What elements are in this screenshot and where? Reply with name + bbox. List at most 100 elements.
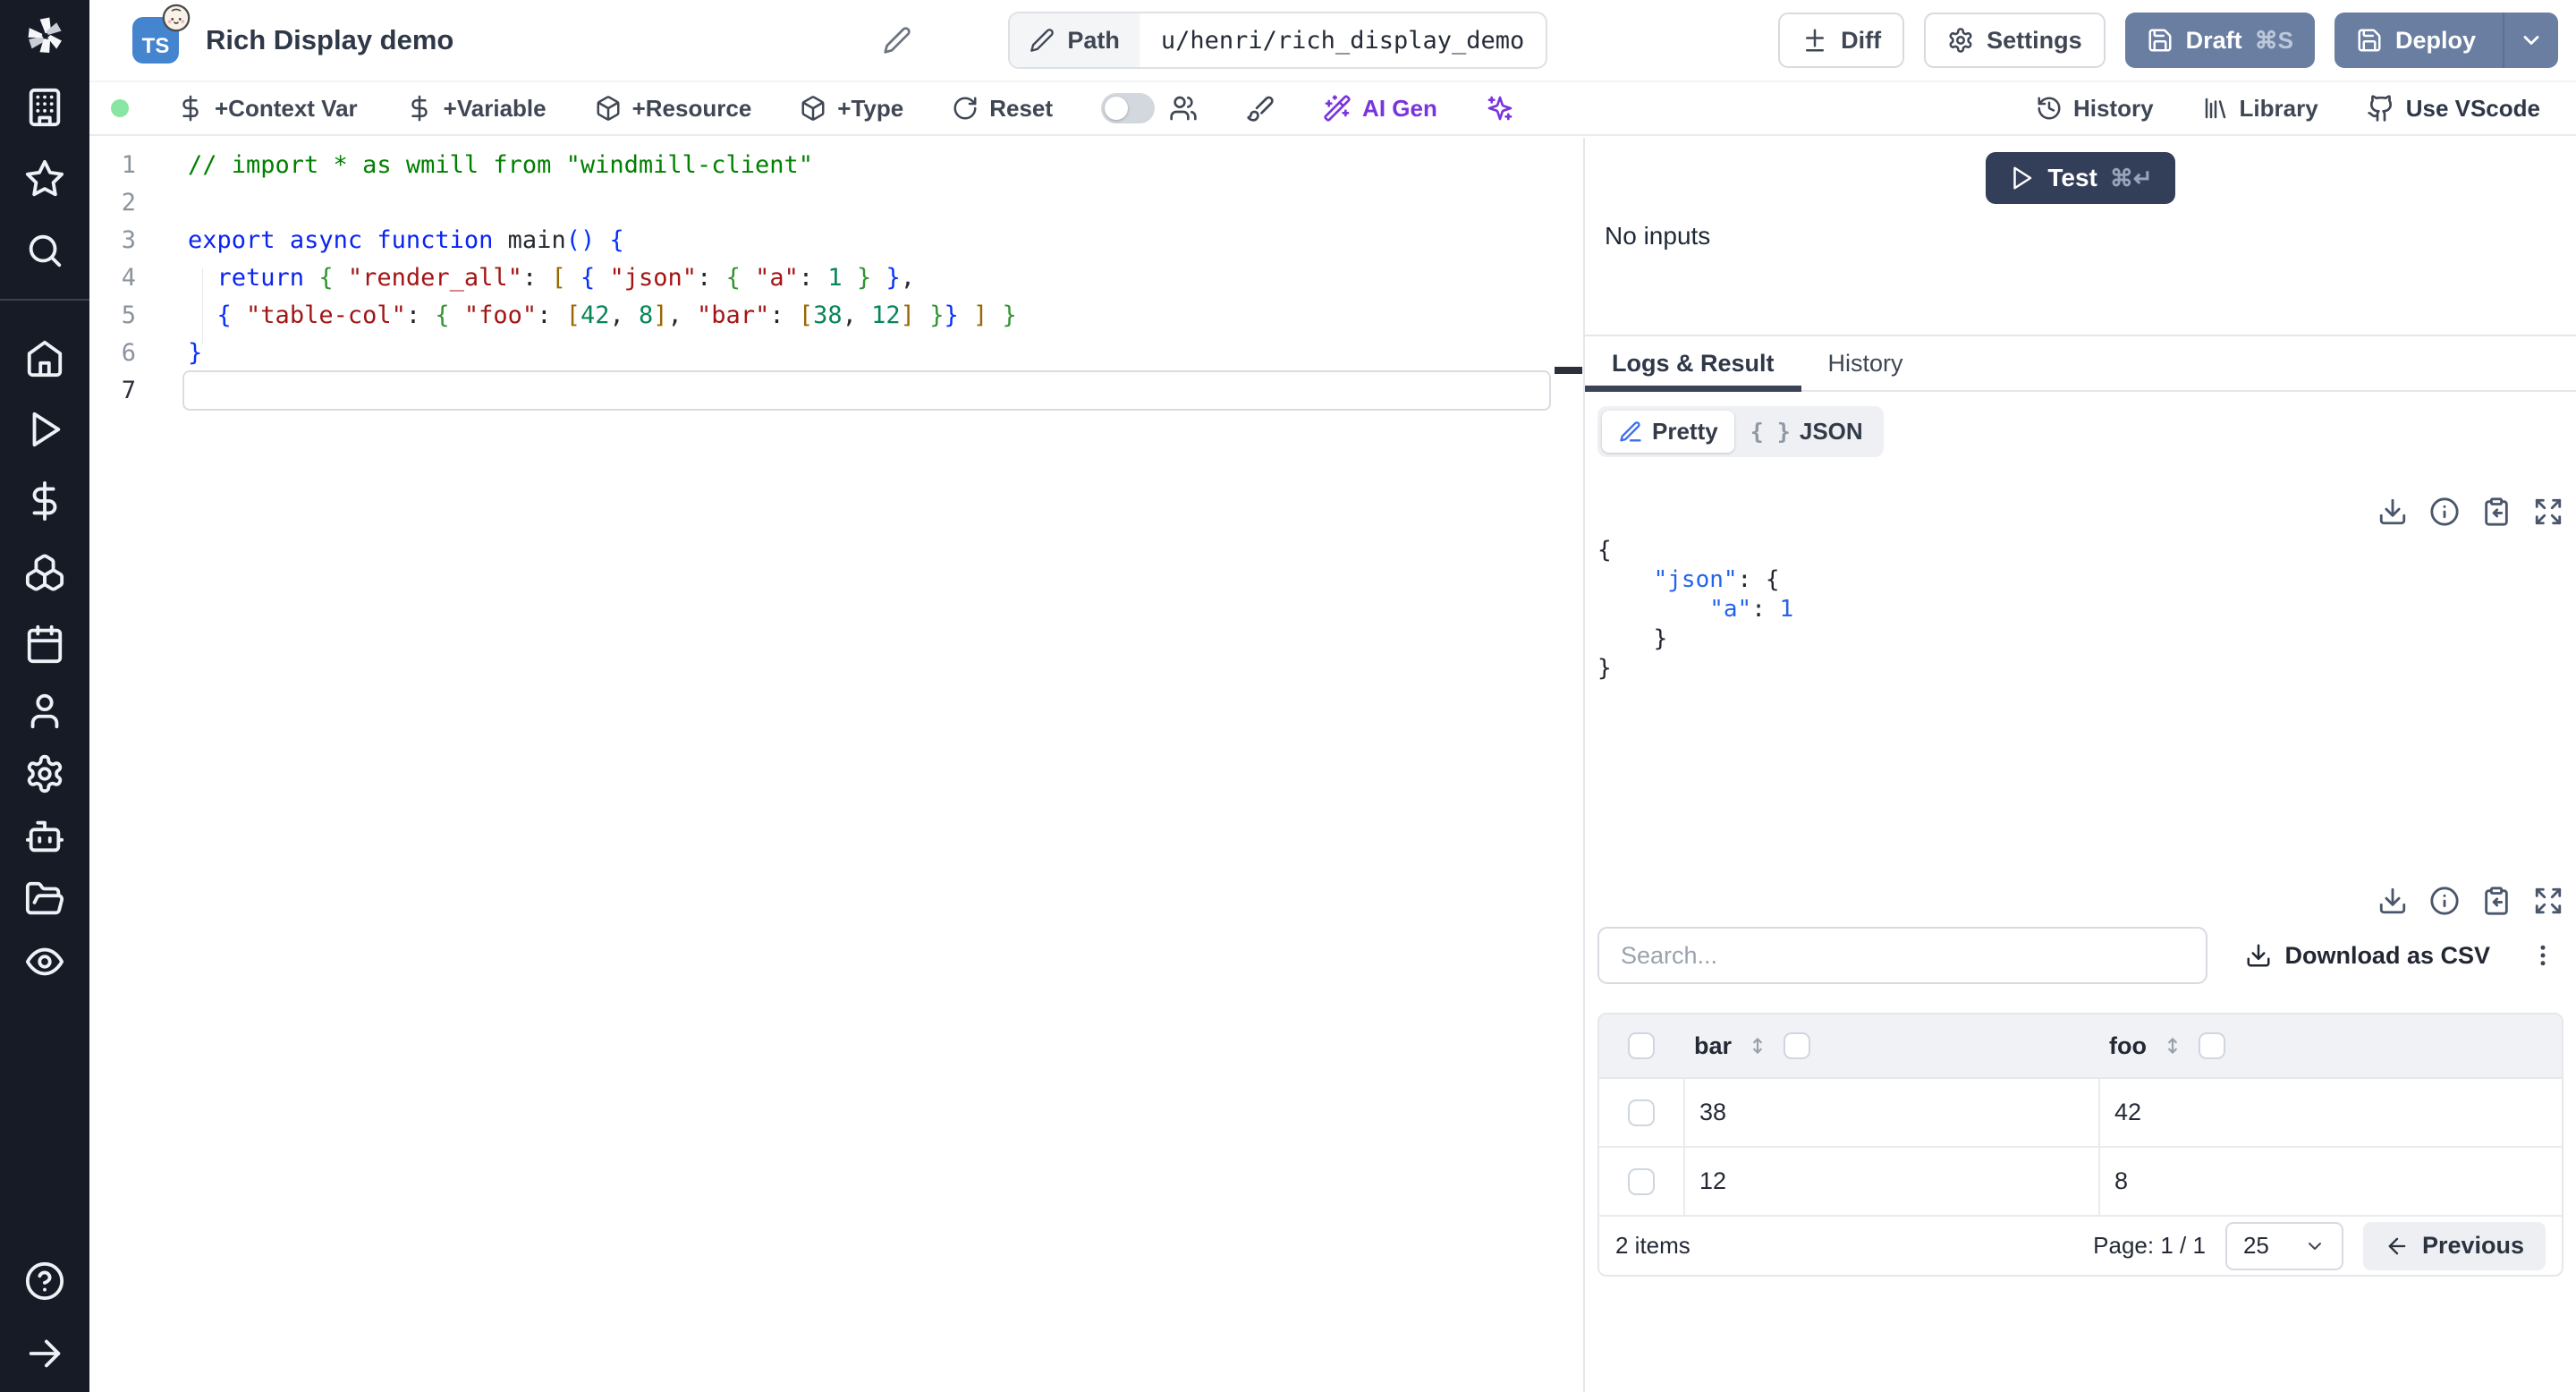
pretty-view-label: Pretty xyxy=(1652,418,1718,445)
ai-gen-button[interactable]: AI Gen xyxy=(1323,94,1437,123)
previous-label: Previous xyxy=(2421,1232,2524,1259)
search-icon[interactable] xyxy=(24,230,65,271)
diff-button[interactable]: Diff xyxy=(1778,13,1905,68)
favorites-star-icon[interactable] xyxy=(24,158,65,199)
expand-icon[interactable] xyxy=(2533,886,2563,916)
page-size-select[interactable]: 25 xyxy=(2224,1221,2343,1270)
users-user-icon[interactable] xyxy=(24,691,65,732)
column-label: foo xyxy=(2109,1031,2147,1059)
expand-sidebar-arrow-icon[interactable] xyxy=(24,1333,65,1374)
json-view-button[interactable]: { } JSON xyxy=(1734,411,1879,453)
help-icon[interactable] xyxy=(24,1260,65,1302)
result-actions xyxy=(1597,497,2563,527)
deploy-button[interactable]: Deploy xyxy=(2334,13,2558,68)
settings-button[interactable]: Settings xyxy=(1924,13,2106,68)
previous-page-button[interactable]: Previous xyxy=(2362,1221,2546,1270)
table-cell: 12 xyxy=(1683,1148,2098,1215)
edit-title-pencil-icon[interactable] xyxy=(883,26,911,55)
deploy-label: Deploy xyxy=(2394,26,2476,54)
path-group[interactable]: Path u/henri/rich_display_demo xyxy=(1008,12,1548,69)
table-row: 38 42 xyxy=(1599,1079,2562,1148)
download-icon[interactable] xyxy=(2377,497,2408,527)
column-checkbox[interactable] xyxy=(1784,1032,1811,1059)
library-button[interactable]: Library xyxy=(2202,95,2318,123)
reset-button[interactable]: Reset xyxy=(952,95,1053,123)
chevron-down-icon xyxy=(2308,1242,2321,1250)
sort-icon[interactable] xyxy=(2161,1034,2184,1057)
select-all-checkbox[interactable] xyxy=(1599,1032,1683,1059)
test-button[interactable]: Test ⌘↵ xyxy=(1986,152,2175,204)
workspace-building-icon[interactable] xyxy=(24,87,65,128)
add-resource-button[interactable]: +Resource xyxy=(595,95,751,123)
ai-sparkles-button[interactable] xyxy=(1486,94,1514,123)
workers-bot-icon[interactable] xyxy=(24,816,65,857)
folders-folder-open-icon[interactable] xyxy=(24,878,65,920)
users-icon xyxy=(1170,96,1197,121)
json-result: { "json": { "a": 1 }} xyxy=(1597,537,1794,682)
path-pencil-icon xyxy=(1030,28,1055,53)
deploy-dropdown[interactable] xyxy=(2503,13,2558,68)
row-checkbox[interactable] xyxy=(1599,1167,1683,1195)
download-csv-button[interactable]: Download as CSV xyxy=(2245,942,2490,970)
more-options-icon[interactable] xyxy=(2529,942,2556,969)
format-brush-button[interactable] xyxy=(1246,94,1275,123)
info-icon[interactable] xyxy=(2429,886,2460,916)
tab-history[interactable]: History xyxy=(1801,336,1930,390)
settings-gear-icon xyxy=(1947,27,1974,54)
resources-boxes-icon[interactable] xyxy=(24,552,65,593)
variables-dollar-icon[interactable] xyxy=(24,480,65,522)
library-icon xyxy=(2205,98,2225,119)
audit-eye-icon[interactable] xyxy=(24,941,65,982)
home-icon[interactable] xyxy=(24,337,65,378)
settings-gear-icon[interactable] xyxy=(24,753,65,794)
typescript-badge-label: TS xyxy=(141,34,170,58)
expand-icon[interactable] xyxy=(2533,497,2563,527)
line-number: 5 xyxy=(121,301,136,329)
path-button[interactable]: Path xyxy=(1010,13,1140,67)
page-indicator: Page: 1 / 1 xyxy=(2093,1232,2206,1259)
download-icon xyxy=(2247,944,2270,967)
column-header-foo[interactable]: foo xyxy=(2098,1032,2562,1060)
code-editor[interactable]: 1 2 3 4 5 6 7 // import * as wmill from "windm… xyxy=(89,138,1583,1392)
add-type-button[interactable]: +Type xyxy=(800,95,903,123)
table-actions xyxy=(1597,886,2563,916)
package-icon xyxy=(597,96,620,121)
chevron-down-icon xyxy=(2523,36,2539,45)
draft-label: Draft xyxy=(2185,26,2242,54)
runs-play-icon[interactable] xyxy=(24,409,65,450)
brush-icon xyxy=(1247,96,1274,122)
column-header-bar[interactable]: bar xyxy=(1683,1032,2098,1060)
search-input[interactable] xyxy=(1597,927,2207,984)
indent-guide xyxy=(202,268,203,344)
line-number: 2 xyxy=(121,189,136,216)
table-search-row: Download as CSV xyxy=(1597,927,2563,984)
page-title: Rich Display demo xyxy=(206,24,454,55)
topbar: TS Rich Display demo Path u/henri/rich_d… xyxy=(89,0,2576,82)
add-context-var-button[interactable]: +Context Var xyxy=(177,95,358,123)
editor-code[interactable]: // import * as wmill from "windmill-clie… xyxy=(188,138,1017,1392)
json-view-label: JSON xyxy=(1799,418,1863,445)
tab-logs-result[interactable]: Logs & Result xyxy=(1585,336,1801,392)
pretty-view-button[interactable]: Pretty xyxy=(1602,411,1734,453)
info-icon[interactable] xyxy=(2429,497,2460,527)
editor-gutter: 1 2 3 4 5 6 7 xyxy=(89,138,188,1392)
schedules-calendar-icon[interactable] xyxy=(24,624,65,665)
clipboard-copy-icon[interactable] xyxy=(2481,497,2512,527)
column-checkbox[interactable] xyxy=(2198,1032,2225,1059)
row-checkbox[interactable] xyxy=(1599,1099,1683,1126)
table-footer: 2 items Page: 1 / 1 25 Previous xyxy=(1599,1217,2562,1275)
typescript-badge: TS xyxy=(132,4,191,64)
line-number: 1 xyxy=(121,151,136,179)
sort-icon[interactable] xyxy=(1746,1034,1769,1057)
draft-button[interactable]: Draft ⌘S xyxy=(2124,13,2315,68)
history-button[interactable]: History xyxy=(2036,95,2154,123)
clipboard-copy-icon[interactable] xyxy=(2481,886,2512,916)
settings-label: Settings xyxy=(1987,26,2082,54)
use-vscode-button[interactable]: Use VScode xyxy=(2367,94,2540,123)
sidebar xyxy=(0,0,89,1392)
windmill-logo-icon[interactable] xyxy=(24,15,65,56)
line-number: 7 xyxy=(121,377,136,404)
collaboration-toggle[interactable] xyxy=(1101,93,1156,123)
download-icon[interactable] xyxy=(2377,886,2408,916)
add-variable-button[interactable]: +Variable xyxy=(406,95,547,123)
